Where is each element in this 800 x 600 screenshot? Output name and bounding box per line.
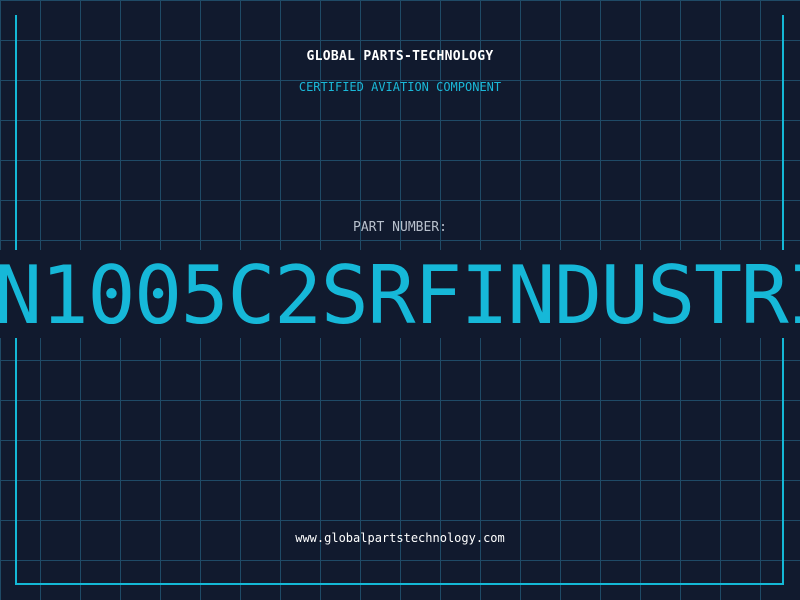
frame-border-bottom [15,583,784,585]
part-label-card: GLOBAL PARTS-TECHNOLOGY CERTIFIED AVIATI… [0,0,800,600]
website-url: www.globalpartstechnology.com [295,531,505,545]
part-number-label: PART NUMBER: [353,220,447,235]
part-number-value: N1005C2SRFINDUSTRI [0,250,800,339]
certification-text: CERTIFIED AVIATION COMPONENT [298,80,502,94]
company-name: GLOBAL PARTS-TECHNOLOGY [306,49,494,64]
part-number-band: N1005C2SRFINDUSTRI [0,250,800,338]
